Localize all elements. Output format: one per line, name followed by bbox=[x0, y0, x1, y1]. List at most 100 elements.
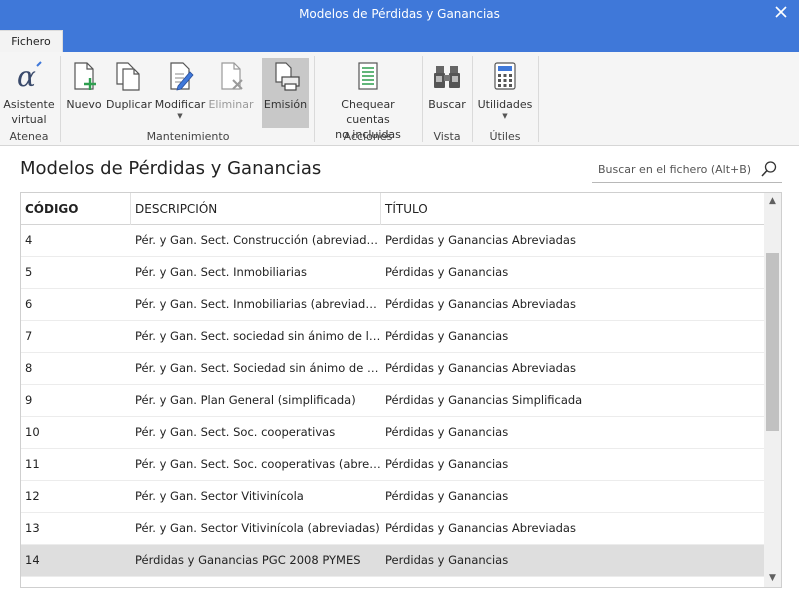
vertical-scrollbar[interactable]: ▲ ▼ bbox=[764, 193, 781, 587]
new-button[interactable]: Nuevo bbox=[64, 58, 104, 128]
delete-label: Eliminar bbox=[208, 98, 254, 111]
table-row[interactable]: 7 Pér. y Gan. Sect. sociedad sin ánimo de… bbox=[21, 321, 765, 353]
cell-descripcion: Pér. y Gan. Sect. Soc. cooperativas bbox=[135, 425, 336, 439]
cell-titulo: Pérdidas y Ganancias bbox=[385, 489, 509, 503]
scrollbar-thumb[interactable] bbox=[766, 253, 779, 431]
modify-label: Modificar bbox=[154, 98, 206, 111]
search-placeholder: Buscar en el fichero (Alt+B) bbox=[598, 163, 752, 176]
new-document-icon bbox=[74, 62, 96, 90]
cell-titulo: Pérdidas y Ganancias bbox=[385, 425, 509, 439]
cell-titulo: Pérdidas y Ganancias Abreviadas bbox=[385, 361, 576, 375]
check-label-1: Chequear cuentas bbox=[341, 98, 395, 126]
column-header-descripcion[interactable]: DESCRIPCIÓN bbox=[131, 193, 381, 225]
cell-descripcion: Pér. y Gan. Sect. Soc. cooperativas (abr… bbox=[135, 457, 381, 471]
search-ribbon-button[interactable]: Buscar bbox=[426, 58, 468, 128]
table-row[interactable]: 14 Pérdidas y Ganancias PGC 2008 PYMES Per… bbox=[21, 545, 765, 577]
search-input[interactable]: Buscar en el fichero (Alt+B) bbox=[592, 157, 782, 183]
cell-titulo: Perdidas y Ganancias bbox=[385, 553, 509, 567]
table-row[interactable]: 12 Pér. y Gan. Sector Vitivinícola Pérdida… bbox=[21, 481, 765, 513]
table-header: CÓDIGO DESCRIPCIÓN TÍTULO bbox=[21, 193, 765, 225]
print-emission-icon bbox=[274, 62, 300, 91]
cell-codigo: 11 bbox=[25, 457, 40, 471]
chevron-down-icon: ▼ bbox=[502, 112, 508, 120]
cell-codigo: 8 bbox=[25, 361, 33, 375]
cell-descripcion: Pér. y Gan. Sect. Construcción (abreviad… bbox=[135, 233, 381, 247]
svg-text:α: α bbox=[17, 60, 36, 92]
cell-titulo: Perdidas y Ganancias Abreviadas bbox=[385, 233, 576, 247]
new-label: Nuevo bbox=[66, 98, 102, 111]
emission-label: Emisión bbox=[263, 98, 308, 111]
ribbon-tab-strip: Fichero bbox=[0, 26, 799, 53]
cell-codigo: 14 bbox=[25, 553, 40, 567]
ribbon: α Asistente virtual Atenea Nuevo Duplica… bbox=[0, 52, 799, 146]
delete-button[interactable]: Eliminar bbox=[208, 58, 254, 128]
table-body: 4 Pér. y Gan. Sect. Construcción (abrevia… bbox=[21, 225, 765, 577]
cell-titulo: Pérdidas y Ganancias Simplificada bbox=[385, 393, 583, 407]
table-row[interactable]: 10 Pér. y Gan. Sect. Soc. cooperativas Pér… bbox=[21, 417, 765, 449]
delete-document-icon bbox=[221, 62, 243, 90]
cell-codigo: 10 bbox=[25, 425, 40, 439]
scroll-down-icon[interactable]: ▼ bbox=[764, 570, 781, 587]
group-label-atenea: Atenea bbox=[9, 130, 49, 143]
table-row[interactable]: 13 Pér. y Gan. Sector Vitivinícola (abrev… bbox=[21, 513, 765, 545]
scroll-up-icon[interactable]: ▲ bbox=[764, 193, 781, 210]
alpha-assistant-icon: α bbox=[17, 60, 42, 92]
table-row[interactable]: 11 Pér. y Gan. Sect. Soc. cooperativas (a… bbox=[21, 449, 765, 481]
modify-button[interactable]: Modificar ▼ bbox=[153, 58, 207, 128]
cell-codigo: 9 bbox=[25, 393, 33, 407]
assistant-button[interactable]: α Asistente virtual bbox=[2, 58, 56, 128]
duplicate-icon bbox=[116, 62, 140, 91]
cell-titulo: Pérdidas y Ganancias bbox=[385, 265, 509, 279]
utilities-label: Utilidades bbox=[477, 98, 533, 111]
cell-descripcion: Pér. y Gan. Sect. Inmobiliarias (abrevia… bbox=[135, 297, 381, 311]
ribbon-separator bbox=[314, 56, 315, 142]
search-icon[interactable] bbox=[760, 160, 778, 178]
cell-descripcion: Pér. y Gan. Sect. Inmobiliarias bbox=[135, 265, 307, 279]
checklist-icon bbox=[358, 62, 378, 90]
group-label-vista: Vista bbox=[433, 130, 461, 143]
duplicate-button[interactable]: Duplicar bbox=[106, 58, 152, 128]
ribbon-separator bbox=[538, 56, 539, 142]
emission-button[interactable]: Emisión bbox=[262, 58, 309, 128]
cell-descripcion: Pér. y Gan. Plan General (simplificada) bbox=[135, 393, 356, 407]
check-accounts-button[interactable]: Chequear cuentas no incluidas bbox=[318, 58, 418, 141]
utilities-button[interactable]: Utilidades ▼ bbox=[476, 58, 534, 128]
cell-descripcion: Pér. y Gan. Sector Vitivinícola bbox=[135, 489, 304, 503]
cell-descripcion: Pér. y Gan. Sector Vitivinícola (abrevia… bbox=[135, 521, 380, 535]
edit-document-icon bbox=[170, 62, 194, 91]
assistant-label-2: virtual bbox=[11, 113, 47, 126]
tab-fichero[interactable]: Fichero bbox=[0, 30, 63, 53]
calculator-icon bbox=[494, 62, 516, 90]
cell-descripcion: Pér. y Gan. Sect. sociedad sin ánimo de … bbox=[135, 329, 381, 343]
cell-titulo: Pérdidas y Ganancias Abreviadas bbox=[385, 297, 576, 311]
group-label-mantenimiento: Mantenimiento bbox=[146, 130, 230, 143]
column-header-titulo[interactable]: TÍTULO bbox=[381, 193, 765, 225]
ribbon-separator bbox=[60, 56, 61, 142]
ribbon-separator bbox=[472, 56, 473, 142]
cell-codigo: 4 bbox=[25, 233, 33, 247]
cell-codigo: 5 bbox=[25, 265, 33, 279]
cell-codigo: 12 bbox=[25, 489, 40, 503]
search-ribbon-label: Buscar bbox=[428, 98, 466, 111]
table-row[interactable]: 8 Pér. y Gan. Sect. Sociedad sin ánimo de… bbox=[21, 353, 765, 385]
cell-codigo: 6 bbox=[25, 297, 33, 311]
duplicate-label: Duplicar bbox=[106, 98, 152, 111]
window-title: Modelos de Pérdidas y Ganancias bbox=[299, 7, 500, 21]
chevron-down-icon: ▼ bbox=[177, 112, 183, 120]
close-icon[interactable] bbox=[773, 4, 789, 20]
table-row[interactable]: 6 Pér. y Gan. Sect. Inmobiliarias (abrevi… bbox=[21, 289, 765, 321]
ribbon-separator bbox=[422, 56, 423, 142]
table-row[interactable]: 9 Pér. y Gan. Plan General (simplificada)… bbox=[21, 385, 765, 417]
table-row[interactable]: 5 Pér. y Gan. Sect. Inmobiliarias Pérdidas… bbox=[21, 257, 765, 289]
cell-titulo: Pérdidas y Ganancias Abreviadas bbox=[385, 521, 576, 535]
group-label-utiles: Útiles bbox=[489, 130, 521, 143]
cell-descripcion: Pérdidas y Ganancias PGC 2008 PYMES bbox=[135, 553, 361, 567]
column-header-codigo[interactable]: CÓDIGO bbox=[21, 193, 131, 225]
binoculars-icon bbox=[434, 66, 460, 88]
cell-codigo: 7 bbox=[25, 329, 33, 343]
group-label-acciones: Acciones bbox=[343, 130, 393, 143]
cell-titulo: Pérdidas y Ganancias bbox=[385, 329, 509, 343]
cell-titulo: Pérdidas y Ganancias bbox=[385, 457, 509, 471]
models-table: CÓDIGO DESCRIPCIÓN TÍTULO 4 Pér. y Gan. S… bbox=[20, 192, 782, 588]
table-row[interactable]: 4 Pér. y Gan. Sect. Construcción (abrevia… bbox=[21, 225, 765, 257]
